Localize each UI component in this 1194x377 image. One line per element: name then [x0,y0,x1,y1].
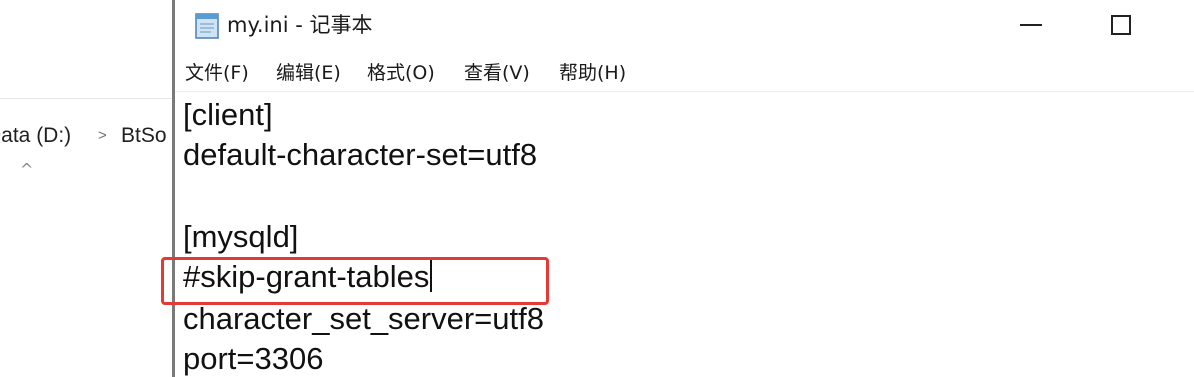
chevron-right-icon[interactable]: > [98,116,107,156]
editor-line[interactable]: [client] [183,95,273,135]
annotation-highlight-box [161,257,549,305]
menu-format[interactable]: 格式(O) [367,54,435,92]
menu-view[interactable]: 查看(V) [464,54,530,92]
notepad-icon [195,13,219,39]
menu-file[interactable]: 文件(F) [185,54,249,92]
minimize-icon [1020,24,1042,26]
minimize-button[interactable] [985,0,1077,50]
title-bar[interactable]: my.ini - 记事本 [175,0,1194,52]
maximize-button[interactable] [1075,0,1167,50]
address-bar-border [0,98,176,99]
chevron-up-icon[interactable]: ^ [20,160,33,179]
editor-line[interactable]: default-character-set=utf8 [183,135,537,175]
editor-line[interactable]: port=3306 [183,339,323,377]
explorer-header-area [0,0,176,98]
editor-line[interactable]: [mysqld] [183,217,298,257]
menu-edit[interactable]: 编辑(E) [276,54,341,92]
text-editor[interactable]: [client] default-character-set=utf8 [mys… [175,93,1194,377]
file-explorer-window: Data (D:) > BtSo ^ [0,0,176,377]
notepad-window: my.ini - 记事本 文件(F) 编辑(E) 格式(O) 查看(V) 帮助(… [172,0,1194,377]
menu-bar: 文件(F) 编辑(E) 格式(O) 查看(V) 帮助(H) [175,54,1194,92]
maximize-icon [1111,15,1131,35]
address-segment-drive[interactable]: Data (D:) [0,116,71,156]
editor-line[interactable]: character_set_server=utf8 [183,299,544,339]
menu-help[interactable]: 帮助(H) [559,54,626,92]
window-title: my.ini - 记事本 [227,13,373,37]
address-segment-folder[interactable]: BtSo [121,116,167,156]
